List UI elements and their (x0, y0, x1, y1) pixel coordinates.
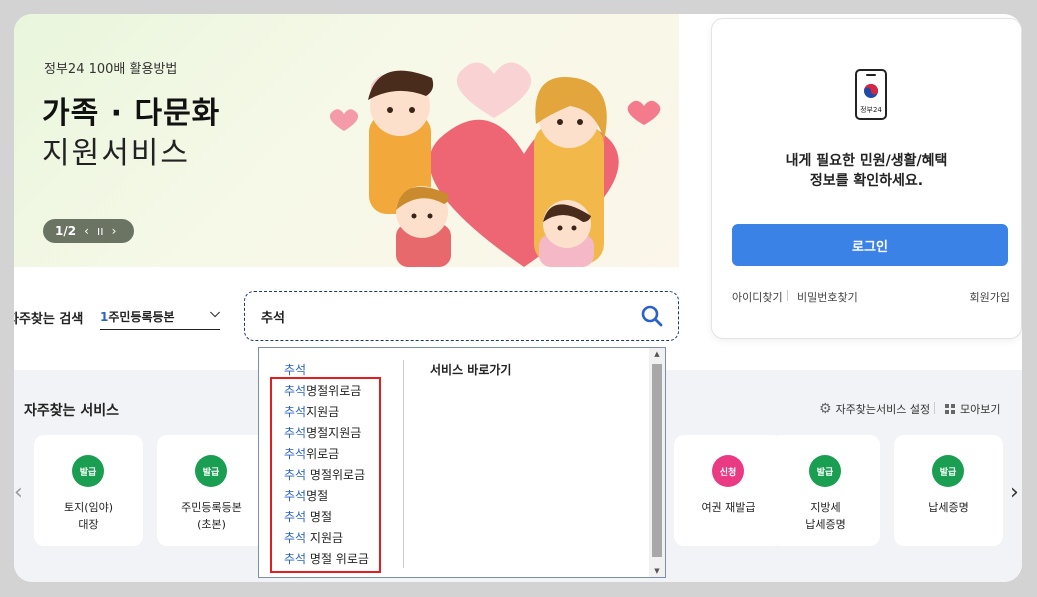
login-card: 정부24 내게 필요한 민원/생활/혜택 정보를 확인하세요. 로그인 아이디찾… (711, 18, 1022, 339)
service-card[interactable]: 발급납세증명 (894, 435, 1003, 546)
carousel-next-icon[interactable]: › (1010, 480, 1019, 505)
login-button[interactable]: 로그인 (732, 224, 1008, 266)
frequent-search-value: 주민등록등본 (108, 310, 175, 324)
promo-banner[interactable]: 정부24 100배 활용방법 가족 · 다문화 지원서비스 1/2 ‹ ıı › (14, 14, 679, 267)
red-highlight-box (270, 377, 381, 573)
autocomplete-scrollbar[interactable]: ▲ ▼ (649, 348, 665, 577)
service-badge: 발급 (932, 455, 964, 487)
services-settings-button[interactable]: ⚙ 자주찾는서비스 설정 (819, 401, 930, 417)
taegeuk-icon (864, 84, 878, 98)
carousel-prev-icon[interactable]: ‹ (14, 480, 23, 505)
autocomplete-dropdown: 추석 추석명절위로금 추석지원금 추석명절지원금 추석위로금 추석 명절위로금 추석명절 추석… (258, 347, 666, 578)
link-divider (787, 290, 788, 301)
search-input[interactable] (261, 306, 621, 326)
view-all-label: 모아보기 (960, 403, 1001, 416)
scroll-up-icon[interactable]: ▲ (649, 350, 665, 358)
main-frame: 정부24 100배 활용방법 가족 · 다문화 지원서비스 1/2 ‹ ıı › (14, 14, 1022, 582)
scroll-down-icon[interactable]: ▼ (649, 567, 665, 575)
frequent-search-label: 자주찾는 검색 (14, 312, 84, 327)
find-password-link[interactable]: 비밀번호찾기 (797, 289, 858, 305)
family-illustration (329, 62, 661, 267)
services-divider (934, 402, 935, 414)
services-title: 자주찾는 서비스 (24, 403, 120, 419)
find-id-link[interactable]: 아이디찾기 (732, 289, 783, 305)
frequent-search-select[interactable]: 1주민등록등본 ⌵ (100, 304, 220, 330)
chevron-down-icon: ⌵ (210, 306, 220, 321)
service-name: 납세증명 (928, 501, 969, 514)
banner-title-line1: 가족 · 다문화 (42, 96, 221, 131)
service-name: 여권 재발급 (701, 501, 756, 514)
view-all-button[interactable]: 모아보기 (945, 401, 1000, 417)
service-card[interactable]: 발급주민등록등본 (초본) (157, 435, 266, 546)
banner-page-indicator: 1/2 (55, 224, 77, 238)
service-card[interactable]: 발급토지(임야) 대장 (34, 435, 143, 546)
search-icon[interactable] (640, 304, 664, 328)
autocomplete-divider (403, 360, 404, 568)
gear-icon: ⚙ (819, 401, 832, 417)
scroll-thumb[interactable] (652, 364, 662, 557)
banner-next-icon[interactable]: › (112, 224, 117, 238)
banner-title-line2: 지원서비스 (42, 136, 190, 171)
service-name: 토지(임야) 대장 (63, 501, 114, 531)
phone-caption: 정부24 (860, 106, 882, 114)
banner-subtitle: 정부24 100배 활용방법 (44, 62, 178, 77)
banner-prev-icon[interactable]: ‹ (84, 224, 89, 238)
service-name: 지방세 납세증명 (805, 501, 846, 531)
join-link[interactable]: 회원가입 (970, 289, 1010, 305)
service-card[interactable]: 신청여권 재발급 (674, 435, 783, 546)
service-badge: 발급 (809, 455, 841, 487)
services-settings-label: 자주찾는서비스 설정 (835, 403, 931, 416)
banner-pager: 1/2 ‹ ıı › (43, 219, 134, 243)
service-shortcut-title: 서비스 바로가기 (430, 363, 512, 377)
service-badge: 발급 (72, 455, 104, 487)
service-badge: 신청 (712, 455, 744, 487)
search-box[interactable] (244, 291, 679, 341)
service-badge: 발급 (195, 455, 227, 487)
autocomplete-match-text: 추석 (284, 363, 307, 377)
service-name: 주민등록등본 (초본) (181, 501, 242, 531)
grid-icon (945, 404, 955, 414)
login-message: 내게 필요한 민원/생활/혜택 정보를 확인하세요. (785, 153, 948, 189)
gov24-app-icon: 정부24 (855, 69, 887, 120)
banner-pause-icon[interactable]: ıı (97, 224, 104, 238)
service-card[interactable]: 발급지방세 납세증명 (771, 435, 880, 546)
